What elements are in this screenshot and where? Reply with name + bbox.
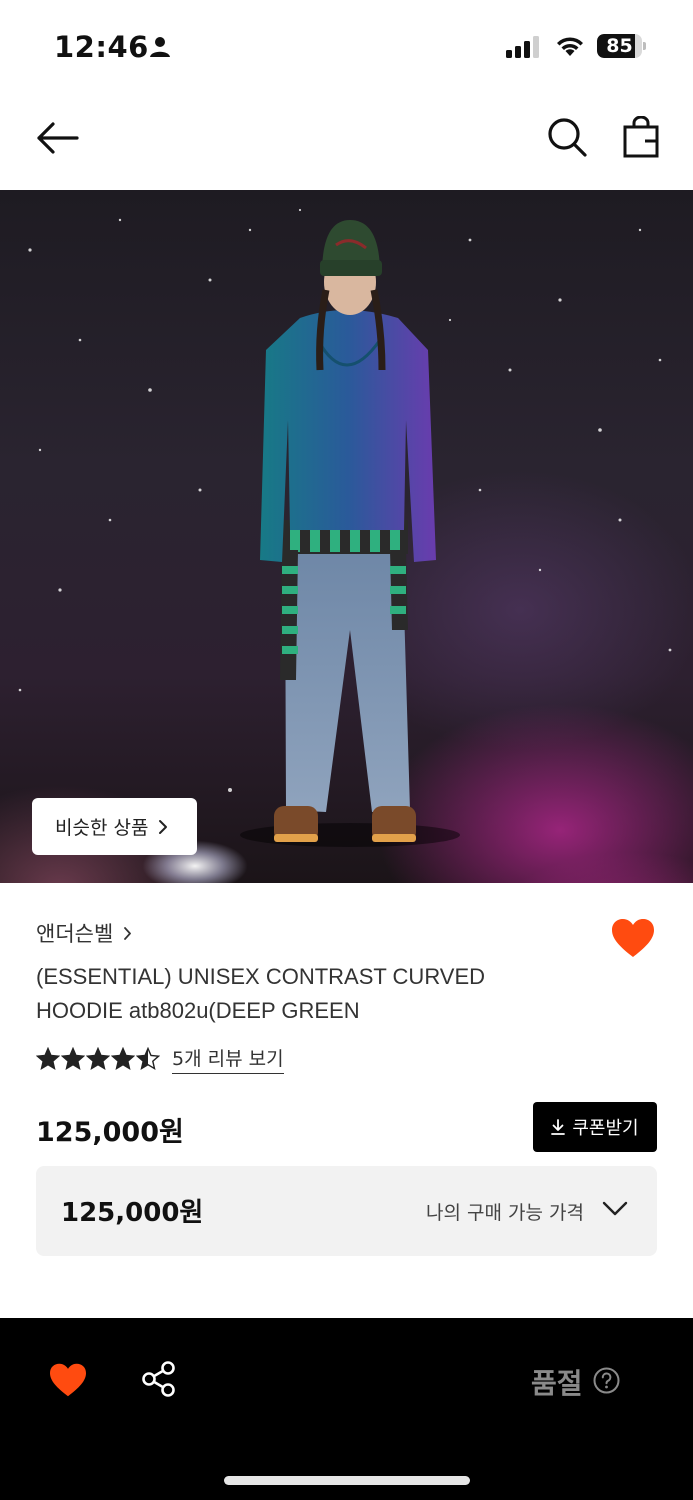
similar-products-label: 비슷한 상품 — [55, 817, 149, 839]
brand-name: 앤더슨벨 — [36, 922, 114, 946]
status-bar: 12:46 85 — [0, 0, 693, 92]
search-icon — [548, 118, 587, 157]
my-price-dropdown[interactable]: 125,000원 나의 구매 가능 가격 — [36, 1166, 657, 1256]
question-circle-icon — [593, 1367, 620, 1394]
brand-link[interactable]: 앤더슨벨 — [36, 918, 132, 948]
shopping-bag-icon — [623, 115, 659, 158]
person-icon — [150, 37, 170, 57]
coupon-button[interactable]: 쿠폰받기 — [533, 1102, 657, 1152]
share-button[interactable] — [140, 1360, 178, 1403]
top-nav — [0, 92, 693, 190]
star-icon — [111, 1047, 135, 1071]
my-price-label: 나의 구매 가능 가격 — [426, 1202, 584, 1224]
heart-icon — [612, 919, 654, 957]
product-image[interactable]: 비슷한 상품 — [0, 190, 693, 883]
chevron-right-icon — [124, 926, 132, 940]
help-button[interactable] — [593, 1367, 620, 1399]
wifi-icon — [557, 37, 583, 56]
star-icon — [86, 1047, 110, 1071]
bottom-action-bar: 품절 — [0, 1318, 693, 1500]
chevron-right-icon — [159, 819, 168, 834]
star-icon — [36, 1047, 60, 1071]
product-price: 125,000원 — [36, 1117, 184, 1148]
shopping-bag-button[interactable] — [622, 115, 662, 158]
star-rating — [36, 1047, 160, 1071]
share-icon — [142, 1361, 175, 1397]
star-icon — [136, 1047, 160, 1071]
status-time: 12:46 — [54, 30, 149, 64]
product-photo-illustration — [18, 208, 672, 847]
battery-indicator: 85 — [597, 34, 647, 58]
bottom-wishlist-button[interactable] — [48, 1362, 88, 1403]
review-link[interactable]: 5개 리뷰 보기 — [172, 1044, 284, 1074]
my-price-value: 125,000원 — [61, 1198, 204, 1228]
chevron-down-icon — [602, 1201, 628, 1216]
download-icon — [551, 1119, 566, 1135]
arrow-left-icon — [37, 122, 79, 154]
back-button[interactable] — [34, 118, 80, 158]
home-indicator — [224, 1476, 470, 1485]
soldout-status: 품절 — [531, 1367, 583, 1400]
coupon-label: 쿠폰받기 — [572, 1118, 639, 1139]
product-title: (ESSENTIAL) UNISEX CONTRAST CURVED HOODI… — [36, 964, 486, 1023]
search-button[interactable] — [546, 116, 588, 158]
star-icon — [61, 1047, 85, 1071]
similar-products-button[interactable]: 비슷한 상품 — [32, 798, 197, 855]
battery-percent: 85 — [606, 35, 633, 57]
heart-icon — [50, 1363, 86, 1397]
rating-row: 5개 리뷰 보기 — [36, 1044, 284, 1074]
signal-icon — [506, 36, 539, 58]
wishlist-button[interactable] — [610, 917, 656, 964]
